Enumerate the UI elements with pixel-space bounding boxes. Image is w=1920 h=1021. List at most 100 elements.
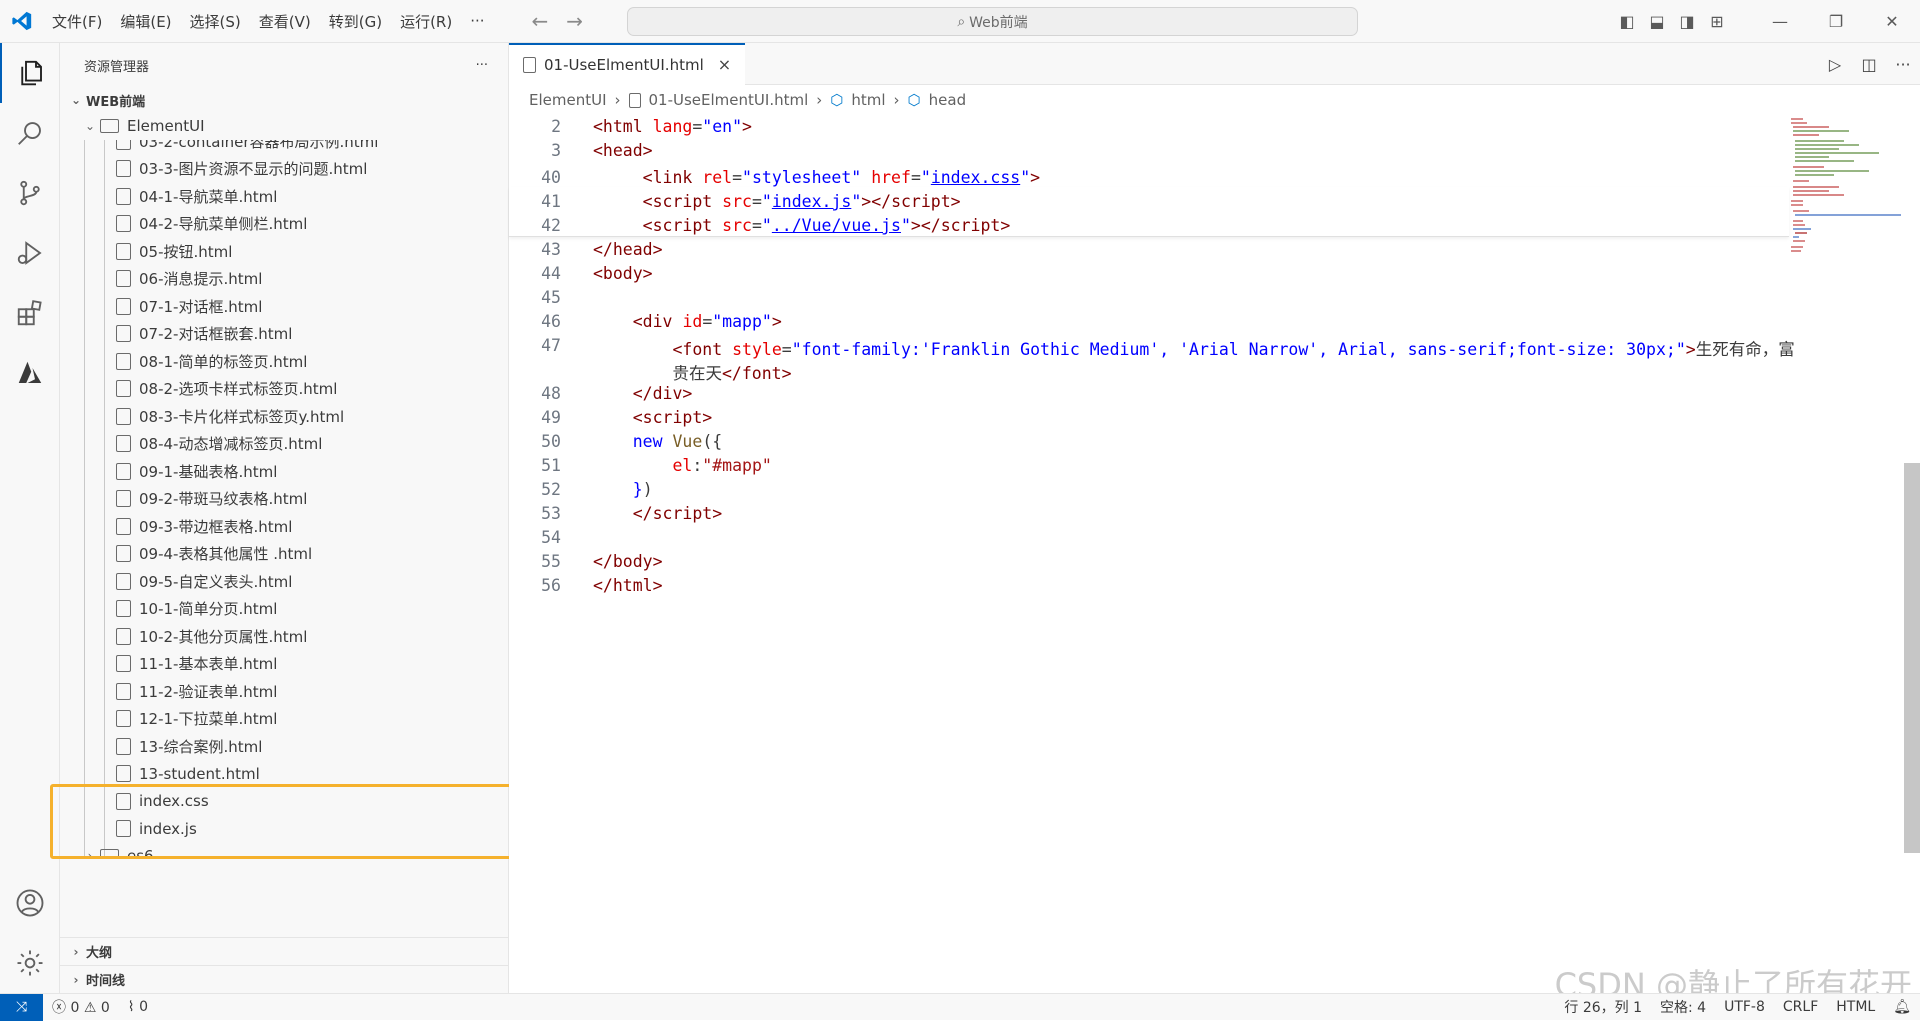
menu-run[interactable]: 运行(R) — [391, 11, 461, 32]
breadcrumb-html[interactable]: html — [851, 91, 885, 109]
workspace-root[interactable]: ⌄ WEB前端 — [60, 88, 508, 112]
file-item[interactable]: 03-2-container容器布局示例.html — [60, 140, 508, 156]
problems-indicator[interactable]: ⓧ 0 ⚠ 0 — [43, 997, 119, 1017]
folder-elementui[interactable]: ⌄ ElementUI — [60, 112, 508, 140]
language-mode[interactable]: HTML — [1827, 999, 1884, 1015]
cursor-position[interactable]: 行 26，列 1 — [1555, 997, 1651, 1017]
menu-selection[interactable]: 选择(S) — [181, 11, 250, 32]
file-icon — [116, 188, 131, 205]
breadcrumb-file[interactable]: 01-UseElmentUI.html — [649, 91, 809, 109]
code-line: <head> — [593, 141, 653, 160]
more-actions-icon[interactable]: ··· — [1886, 55, 1920, 74]
symbol-element-icon: ⬡ — [830, 91, 843, 109]
file-item[interactable]: 08-3-卡片化样式标签页y.html — [60, 403, 508, 431]
close-tab-icon[interactable]: × — [718, 55, 731, 74]
file-item[interactable]: 08-1-简单的标签页.html — [60, 348, 508, 376]
code-line: <div id="mapp"> — [593, 312, 782, 331]
folder-label: ElementUI — [127, 117, 205, 135]
file-item[interactable]: 11-2-验证表单.html — [60, 678, 508, 706]
toggle-secondary-sidebar-icon[interactable]: ◨ — [1672, 0, 1702, 43]
code-line: </html> — [593, 576, 663, 595]
section-timeline[interactable]: › 时间线 — [60, 965, 509, 993]
sidebar-title: 资源管理器 — [84, 56, 149, 75]
file-item[interactable]: 04-2-导航菜单侧栏.html — [60, 210, 508, 238]
file-item[interactable]: 06-消息提示.html — [60, 265, 508, 293]
errors-count: 0 — [70, 1000, 79, 1016]
menu-edit[interactable]: 编辑(E) — [111, 11, 180, 32]
tab-01-useelmentui[interactable]: 01-UseElmentUI.html × — [509, 43, 745, 85]
file-item[interactable]: 08-2-选项卡样式标签页.html — [60, 375, 508, 403]
menu-view[interactable]: 查看(V) — [250, 11, 320, 32]
line-number: 54 — [509, 528, 561, 547]
file-list: 03-2-container容器布局示例.html03-3-图片资源不显示的问题… — [60, 140, 508, 857]
line-number: 3 — [509, 141, 561, 160]
ports-count: 0 — [139, 999, 148, 1015]
extensions-icon[interactable] — [0, 283, 60, 343]
remote-indicator-icon[interactable]: ⤨ — [0, 994, 43, 1021]
breadcrumb-folder[interactable]: ElementUI — [529, 91, 607, 109]
code-line: el:"#mapp" — [593, 456, 772, 475]
settings-gear-icon[interactable] — [0, 933, 60, 993]
run-debug-icon[interactable] — [0, 223, 60, 283]
file-item[interactable]: 07-1-对话框.html — [60, 293, 508, 321]
chevron-right-icon: › — [816, 91, 822, 109]
encoding[interactable]: UTF-8 — [1715, 999, 1774, 1015]
file-item[interactable]: 08-4-动态增减标签页.html — [60, 430, 508, 458]
azure-icon[interactable] — [0, 343, 60, 403]
ports-indicator[interactable]: ⌇ 0 — [119, 999, 157, 1015]
chevron-down-icon: ⌄ — [66, 93, 86, 107]
file-item[interactable]: 10-2-其他分页属性.html — [60, 623, 508, 651]
file-item[interactable]: 11-1-基本表单.html — [60, 650, 508, 678]
vertical-scrollbar[interactable] — [1904, 463, 1920, 853]
explorer-icon[interactable] — [0, 43, 60, 103]
run-icon[interactable]: ▷ — [1818, 55, 1852, 74]
code-line: </div> — [593, 384, 692, 403]
forward-arrow-icon[interactable]: → — [566, 9, 583, 33]
file-icon — [116, 655, 131, 672]
file-item[interactable]: 13-综合案例.html — [60, 733, 508, 761]
file-item[interactable]: 09-4-表格其他属性 .html — [60, 540, 508, 568]
close-window-icon[interactable]: ✕ — [1864, 0, 1920, 43]
file-item[interactable]: 09-1-基础表格.html — [60, 458, 508, 486]
file-item[interactable]: 10-1-简单分页.html — [60, 595, 508, 623]
file-item[interactable]: 09-3-带边框表格.html — [60, 513, 508, 541]
toggle-panel-icon[interactable]: ⬓ — [1642, 0, 1672, 43]
file-label: 10-2-其他分页属性.html — [139, 626, 307, 647]
menu-bar: 文件(F) 编辑(E) 选择(S) 查看(V) 转到(G) 运行(R) ··· — [43, 11, 494, 32]
toggle-primary-sidebar-icon[interactable]: ◧ — [1612, 0, 1642, 43]
file-item[interactable]: 07-2-对话框嵌套.html — [60, 320, 508, 348]
more-actions-icon[interactable]: ··· — [476, 58, 488, 73]
file-label: 09-1-基础表格.html — [139, 461, 277, 482]
indentation[interactable]: 空格: 4 — [1651, 997, 1715, 1017]
file-item[interactable]: 04-1-导航菜单.html — [60, 183, 508, 211]
customize-layout-icon[interactable]: ⊞ — [1702, 0, 1732, 43]
back-arrow-icon[interactable]: ← — [532, 9, 549, 33]
file-item[interactable]: 09-2-带斑马纹表格.html — [60, 485, 508, 513]
source-control-icon[interactable] — [0, 163, 60, 223]
section-outline[interactable]: › 大纲 — [60, 937, 509, 965]
account-icon[interactable] — [0, 873, 60, 933]
line-number: 40 — [509, 168, 561, 187]
warnings-count: 0 — [101, 1000, 110, 1016]
notifications-bell-icon[interactable]: 🔔︎ — [1884, 999, 1920, 1015]
tab-bar: 01-UseElmentUI.html × ▷ ◫ ··· — [509, 43, 1920, 85]
menu-go[interactable]: 转到(G) — [320, 11, 391, 32]
file-item[interactable]: 03-3-图片资源不显示的问题.html — [60, 155, 508, 183]
chevron-down-icon: ⌄ — [80, 119, 100, 133]
split-editor-icon[interactable]: ◫ — [1852, 55, 1886, 74]
breadcrumb-head[interactable]: head — [929, 91, 966, 109]
file-item[interactable]: 05-按钮.html — [60, 238, 508, 266]
line-number: 44 — [509, 264, 561, 283]
command-center-search[interactable]: ⌕ Web前端 — [627, 7, 1358, 36]
search-icon[interactable] — [0, 103, 60, 163]
restore-icon[interactable]: ❐ — [1808, 0, 1864, 43]
end-of-line[interactable]: CRLF — [1774, 999, 1827, 1015]
menu-more[interactable]: ··· — [461, 12, 493, 30]
file-label: 09-3-带边框表格.html — [139, 516, 292, 537]
file-icon — [116, 160, 131, 177]
minimap[interactable] — [1789, 115, 1904, 285]
file-item[interactable]: 09-5-自定义表头.html — [60, 568, 508, 596]
menu-file[interactable]: 文件(F) — [43, 11, 111, 32]
file-item[interactable]: 12-1-下拉菜单.html — [60, 705, 508, 733]
minimize-icon[interactable]: — — [1752, 0, 1808, 43]
